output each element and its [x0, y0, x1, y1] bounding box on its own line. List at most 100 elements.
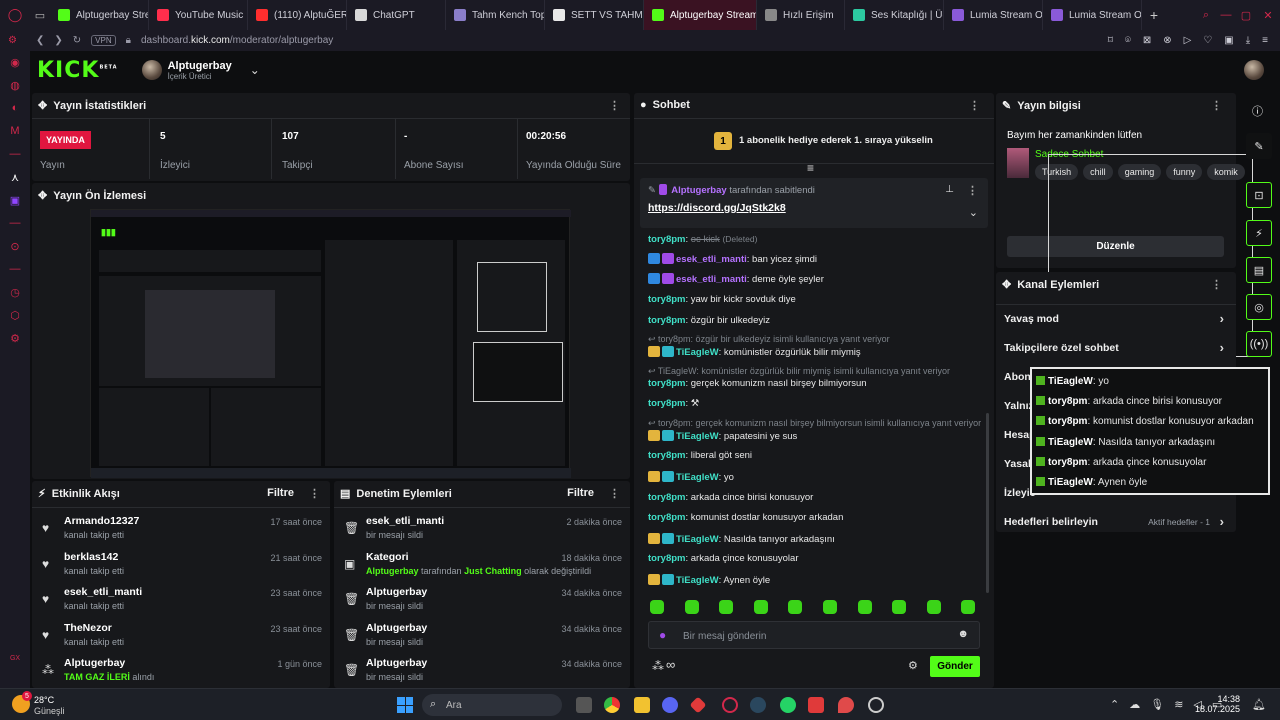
- chat-username[interactable]: TiEagleW: [676, 347, 719, 358]
- channel-action-row[interactable]: Hedefleri belirleyin Aktif hedefler - 1 ›: [996, 508, 1236, 532]
- menu-icon[interactable]: ≡: [1262, 35, 1268, 46]
- activity-filter-button[interactable]: Filtre: [267, 487, 294, 499]
- chat-input[interactable]: ● Bir mesaj gönderin ☻: [648, 621, 980, 649]
- chat-username[interactable]: tory8pm: [648, 315, 685, 326]
- lightning-rail-icon[interactable]: ⚡︎: [1246, 220, 1272, 246]
- moderation-filter-button[interactable]: Filtre: [567, 487, 594, 499]
- browser-tab[interactable]: Lumia Stream Ove: [1043, 0, 1142, 30]
- emote-8-icon[interactable]: [892, 600, 907, 614]
- drag-handle-icon[interactable]: ✥: [38, 189, 47, 202]
- extensions-sidebar-icon[interactable]: ⬡: [8, 308, 22, 322]
- stream-info-menu-icon[interactable]: ⋮: [1211, 99, 1222, 112]
- download-icon[interactable]: ⤓: [1246, 35, 1250, 46]
- chat-settings-icon[interactable]: ⚙: [908, 659, 918, 672]
- gmail-icon[interactable]: M: [8, 124, 22, 138]
- settings-sidebar-icon[interactable]: ⚙: [8, 331, 22, 345]
- file-explorer-icon[interactable]: [634, 697, 650, 713]
- document-rail-icon[interactable]: ▤: [1246, 257, 1272, 283]
- obs-icon[interactable]: [868, 697, 884, 713]
- kick-logo[interactable]: KICKBETA: [37, 58, 118, 83]
- browser-tab[interactable]: Tahm Kench Top: [446, 0, 545, 30]
- app-icon[interactable]: [689, 696, 707, 714]
- tray-chevron-icon[interactable]: ⌃: [1110, 698, 1119, 711]
- maps-icon[interactable]: [838, 697, 854, 713]
- search-tabs-icon[interactable]: ⌕: [1196, 9, 1216, 22]
- stream-preview-video[interactable]: ▮▮▮: [90, 209, 571, 478]
- whatsapp-icon[interactable]: [780, 697, 796, 713]
- broadcast-rail-icon[interactable]: ((•)): [1246, 331, 1272, 357]
- clock[interactable]: 14:38 18.07.2025: [1195, 694, 1240, 714]
- aria-icon[interactable]: ◉: [8, 55, 22, 69]
- browser-tab[interactable]: Lumia Stream Ove: [944, 0, 1043, 30]
- windows-start-icon[interactable]: [397, 697, 413, 713]
- bookmark-icon[interactable]: ⌑: [1108, 35, 1113, 46]
- url-field[interactable]: dashboard.kick.com/moderator/alptugerbay: [141, 35, 333, 46]
- camera-icon[interactable]: ⌾: [1125, 35, 1131, 46]
- chat-username[interactable]: tory8pm: [648, 294, 685, 305]
- browser-tab[interactable]: SETT VS TAHM K: [545, 0, 644, 30]
- emote-1-icon[interactable]: [650, 600, 664, 614]
- edit-rail-icon[interactable]: ✎: [1246, 133, 1272, 159]
- bot-icon[interactable]: ⁂: [652, 659, 664, 673]
- browser-tab[interactable]: YouTube Music: [149, 0, 248, 30]
- discord-icon[interactable]: [662, 697, 678, 713]
- emote-2-icon[interactable]: [684, 600, 699, 614]
- emote-7-icon[interactable]: [857, 600, 872, 614]
- moderation-item[interactable]: 🗑︎ Alptugerbay bir mesajı sildi 34 dakika ö…: [334, 619, 630, 655]
- chat-username[interactable]: tory8pm: [648, 492, 685, 503]
- chat-username[interactable]: TiEagleW: [676, 575, 719, 586]
- chevron-down-icon[interactable]: ⌄: [250, 63, 260, 77]
- chat-username[interactable]: tory8pm: [648, 234, 685, 245]
- browser-tab[interactable]: (1110) AlptuĞERB/: [248, 0, 347, 30]
- close-window-icon[interactable]: ✕: [1256, 9, 1280, 22]
- microphone-icon[interactable]: ●: [659, 628, 666, 642]
- minimize-icon[interactable]: —: [1216, 9, 1236, 21]
- media-icon[interactable]: [808, 697, 824, 713]
- camera-rail-icon[interactable]: ⊡: [1246, 182, 1272, 208]
- chat-username[interactable]: TiEagleW: [676, 534, 719, 545]
- history-icon[interactable]: ◷: [8, 285, 22, 299]
- twitch-icon[interactable]: ▣: [8, 193, 22, 207]
- gift-leaderboard-banner[interactable]: 1 1 abonelik hediye ederek 1. sıraya yük…: [634, 118, 994, 164]
- chat-username[interactable]: TiEagleW: [676, 472, 719, 483]
- moderation-menu-icon[interactable]: ⋮: [609, 487, 620, 500]
- activity-item[interactable]: ♥ Armando12327 kanalı takip etti 17 saat ön…: [32, 512, 330, 548]
- browser-tab[interactable]: Hızlı Erişim: [757, 0, 845, 30]
- opera-logo-icon[interactable]: ◯: [0, 0, 30, 30]
- emote-6-icon[interactable]: [823, 600, 837, 614]
- drag-handle-icon[interactable]: ✥: [1002, 278, 1011, 291]
- channel-action-row[interactable]: Yavaş mod ›: [996, 305, 1236, 333]
- settings-icon[interactable]: ⊗: [1163, 35, 1171, 46]
- browser-tab[interactable]: Alptugerbay Stream - Kic: [644, 0, 757, 30]
- browser-tab[interactable]: Ses Kitaplığı | Üc: [845, 0, 944, 30]
- chevron-down-icon[interactable]: ⌄: [969, 206, 978, 219]
- chrome-icon[interactable]: [604, 697, 620, 713]
- stats-menu-icon[interactable]: ⋮: [609, 99, 620, 112]
- browser-tab[interactable]: ChatGPT: [347, 0, 446, 30]
- task-view-icon[interactable]: [576, 697, 592, 713]
- reply-context[interactable]: ↩ tory8pm: gerçek komunizm nasıl birşey …: [648, 418, 981, 429]
- wifi-icon[interactable]: ≋: [1174, 698, 1183, 711]
- channel-avatar[interactable]: [141, 60, 162, 80]
- chat-rail-icon[interactable]: ◎: [1246, 294, 1272, 320]
- info-icon[interactable]: ⓘ: [1252, 103, 1263, 119]
- activity-item[interactable]: ⁂ Alptugerbay TAM GAZ İLERİ alındı 1 gün ön…: [32, 654, 330, 688]
- opera-gx-icon[interactable]: [722, 697, 738, 713]
- chat-username[interactable]: esek_etli_manti: [676, 254, 747, 265]
- taskbar-search[interactable]: ⌕ Ara: [422, 694, 562, 716]
- cloud-icon[interactable]: ☁: [1129, 698, 1140, 711]
- activity-item[interactable]: ♥ berklas142 kanalı takip etti 21 saat önce: [32, 548, 330, 584]
- emote-10-icon[interactable]: [961, 600, 976, 614]
- chat-username[interactable]: tory8pm: [648, 450, 685, 461]
- moderation-item[interactable]: 🗑︎ Alptugerbay bir mesajı sildi 34 dakika ö…: [334, 583, 630, 619]
- collapse-icon[interactable]: ≡: [807, 161, 814, 175]
- back-icon[interactable]: ❮: [36, 35, 44, 46]
- infinity-icon[interactable]: ∞: [666, 657, 675, 672]
- moderation-user[interactable]: Alptugerbay: [366, 566, 419, 576]
- channel-actions-menu-icon[interactable]: ⋮: [1211, 278, 1222, 291]
- activity-item[interactable]: ♥ TheNezor kanalı takip etti 23 saat önce: [32, 619, 330, 655]
- channel-selector[interactable]: Alptugerbay İçerik Üretici: [168, 60, 232, 81]
- new-tab-button[interactable]: +: [1142, 7, 1166, 23]
- messenger-icon[interactable]: ◐: [8, 101, 22, 115]
- steam-icon[interactable]: [750, 697, 766, 713]
